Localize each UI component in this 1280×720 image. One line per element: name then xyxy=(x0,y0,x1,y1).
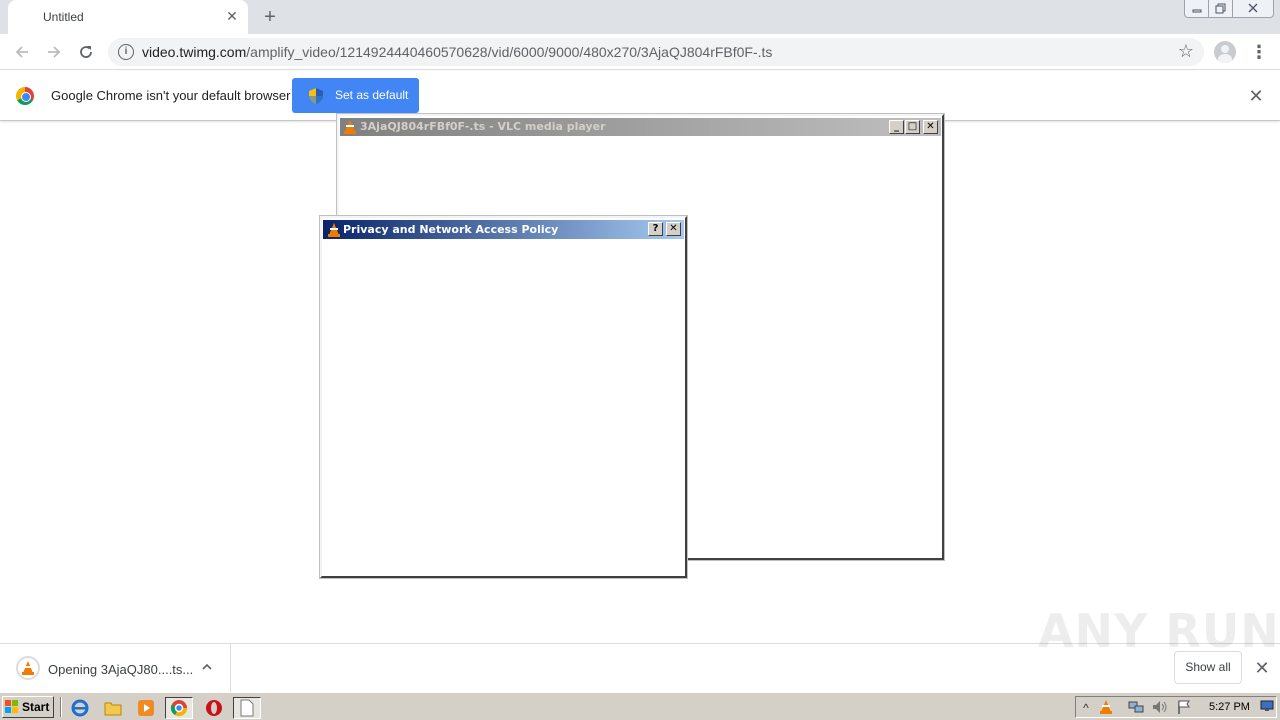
uac-shield-icon xyxy=(309,88,323,104)
monitor-glyph xyxy=(1260,700,1274,711)
notepad-taskbar-icon[interactable] xyxy=(233,697,261,719)
close-icon xyxy=(1248,3,1258,13)
window-minimize-button[interactable] xyxy=(1184,0,1210,18)
windows-logo-icon xyxy=(5,700,18,713)
set-as-default-button[interactable]: Set as default xyxy=(292,78,419,113)
infobar-close-icon[interactable]: ✕ xyxy=(1246,86,1266,106)
privacy-help-button[interactable]: ? xyxy=(648,222,663,236)
arrow-right-icon xyxy=(48,46,61,58)
info-icon[interactable]: i xyxy=(118,44,134,60)
tab-close-icon[interactable]: ✕ xyxy=(224,8,240,24)
file-explorer-icon[interactable] xyxy=(99,697,127,719)
tab-strip: Untitled ✕ + xyxy=(0,0,1280,34)
vlc-cone-icon xyxy=(328,223,340,237)
restore-icon xyxy=(1215,3,1226,14)
download-filename: Opening 3AjaQJ80....ts... xyxy=(48,662,194,677)
reload-button[interactable] xyxy=(74,40,98,64)
media-player-icon[interactable] xyxy=(132,697,160,719)
privacy-dialog-titlebar[interactable]: Privacy and Network Access Policy ? ✕ xyxy=(323,220,684,239)
downloads-close-icon[interactable]: ✕ xyxy=(1252,658,1272,678)
taskbar: Start ^ 5:27 PM xyxy=(0,692,1280,720)
chevron-up-icon[interactable] xyxy=(198,658,216,676)
vlc-window-title: 3AjaQJ804rFBf0F-.ts - VLC media player xyxy=(360,120,606,133)
tab-untitled[interactable]: Untitled ✕ xyxy=(8,0,248,34)
document-glyph xyxy=(240,699,254,717)
network-icon[interactable] xyxy=(1128,700,1144,716)
vlc-minimize-button[interactable]: _ xyxy=(889,120,904,134)
vlc-cone-icon xyxy=(22,661,34,675)
network-glyph xyxy=(1128,701,1144,713)
vlc-maximize-button[interactable]: □ xyxy=(905,120,920,134)
start-label: Start xyxy=(22,700,50,714)
window-restore-button[interactable] xyxy=(1208,0,1234,18)
volume-icon[interactable] xyxy=(1152,700,1168,716)
url-host: video.twimg.com xyxy=(142,44,247,60)
bookmark-star-icon[interactable]: ☆ xyxy=(1178,41,1194,62)
privacy-close-button[interactable]: ✕ xyxy=(666,222,681,236)
url-path: /amplify_video/1214924440460570628/vid/6… xyxy=(246,44,773,60)
chrome-logo-icon xyxy=(16,87,34,105)
chrome-taskbar-icon[interactable] xyxy=(165,697,193,719)
reload-icon xyxy=(80,46,92,58)
folder-glyph xyxy=(104,702,122,716)
speaker-glyph xyxy=(1153,701,1167,713)
play-glyph xyxy=(138,700,154,716)
opera-icon[interactable] xyxy=(200,697,228,719)
privacy-dialog[interactable]: Privacy and Network Access Policy ? ✕ xyxy=(319,215,688,579)
ie-glyph xyxy=(71,699,89,717)
forward-button[interactable] xyxy=(42,40,66,64)
clock[interactable]: 5:27 PM xyxy=(1209,701,1250,713)
url-text[interactable]: video.twimg.com/amplify_video/1214924440… xyxy=(142,44,772,60)
vlc-titlebar[interactable]: 3AjaQJ804rFBf0F-.ts - VLC media player _… xyxy=(340,118,941,136)
desktop: Untitled ✕ + i video.twimg.com/amplify_v… xyxy=(0,0,1280,720)
profile-avatar-icon[interactable] xyxy=(1214,41,1236,63)
chevron-up-glyph xyxy=(202,663,212,670)
vlc-tray-icon[interactable] xyxy=(1098,700,1114,716)
set-as-default-label: Set as default xyxy=(335,88,409,102)
opera-glyph xyxy=(206,700,222,716)
new-tab-button[interactable]: + xyxy=(258,5,282,29)
vlc-cone-icon xyxy=(344,120,356,134)
start-button[interactable]: Start xyxy=(2,696,54,718)
taskbar-separator xyxy=(60,697,62,717)
privacy-dialog-title: Privacy and Network Access Policy xyxy=(343,223,559,236)
system-tray: ^ 5:27 PM xyxy=(1075,696,1277,718)
vlc-close-button[interactable]: ✕ xyxy=(923,120,938,134)
flag-glyph xyxy=(1178,700,1190,714)
window-close-button[interactable] xyxy=(1232,0,1274,18)
tab-title: Untitled xyxy=(43,10,84,24)
show-desktop-icon[interactable] xyxy=(1259,700,1275,716)
menu-dots-icon[interactable]: ⋮ xyxy=(1250,40,1268,64)
arrow-left-icon xyxy=(15,46,28,58)
internet-explorer-icon[interactable] xyxy=(66,697,94,719)
action-center-flag-icon[interactable] xyxy=(1176,700,1192,716)
anyrun-watermark: ANY RUN xyxy=(1038,604,1280,658)
download-item[interactable]: Opening 3AjaQJ80....ts... xyxy=(0,644,231,693)
infobar-message: Google Chrome isn't your default browser xyxy=(51,88,291,103)
browser-toolbar: i video.twimg.com/amplify_video/12149244… xyxy=(0,34,1280,70)
vlc-cone-glyph xyxy=(1100,700,1112,714)
minimize-icon xyxy=(1192,9,1202,13)
address-bar[interactable]: i video.twimg.com/amplify_video/12149244… xyxy=(108,38,1204,66)
chrome-glyph xyxy=(170,700,188,717)
back-button[interactable] xyxy=(10,40,34,64)
show-hidden-icons-button[interactable]: ^ xyxy=(1078,700,1094,716)
download-progress-icon xyxy=(16,656,40,680)
